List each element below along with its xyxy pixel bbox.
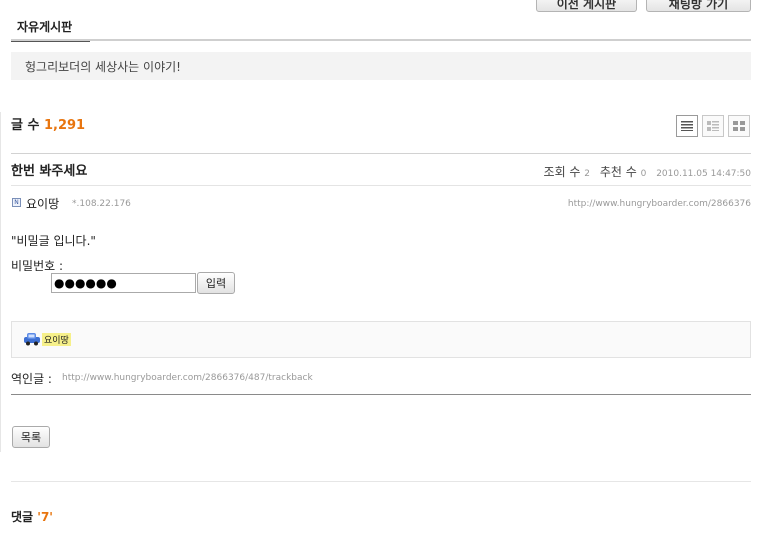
password-label: 비밀번호 : [11,259,64,273]
list-view-button[interactable] [676,115,698,137]
car-icon [24,333,40,346]
secret-message: "비밀글 입니다." [11,234,96,248]
chat-room-button[interactable]: 채팅방 가기 [646,0,751,12]
board-description: 헝그리보더의 세상사는 이야기! [25,60,181,74]
tab-divider [11,39,751,41]
summary-view-icon [707,121,719,131]
views-value: 2 [584,169,591,179]
post-count: 글 수 1,291 [11,114,85,133]
list-button[interactable]: 목록 [12,426,50,448]
prev-board-button[interactable]: 이전 게시판 [536,0,637,12]
post-top-rule [11,153,751,154]
summary-view-button[interactable] [702,115,724,137]
comment-label: 댓글 [11,510,34,524]
board-tab[interactable]: 자유게시판 [11,14,90,42]
comment-header: 댓글 '7' [11,508,53,525]
post-datetime: 2010.11.05 14:47:50 [656,169,751,179]
recommend-label: 추천 수 [599,165,637,179]
post-count-value: 1,291 [43,118,86,133]
author-ip: *.108.22.176 [72,199,131,209]
signature-name: 요이땅 [42,333,71,346]
recommend-value: 0 [640,169,647,179]
author-name[interactable]: 요이땅 [26,195,59,212]
comment-divider [11,481,751,482]
list-view-icon [681,121,693,131]
post-bottom-rule [11,394,751,395]
member-icon: N [12,198,21,207]
trackback-url[interactable]: http://www.hungryboarder.com/2866376/487… [62,373,313,383]
comment-count: '7' [37,510,53,524]
board-tab-label: 자유게시판 [17,20,73,34]
views-label: 조회 수 [543,165,581,179]
post-count-label: 글 수 [11,118,40,133]
password-input[interactable] [51,273,196,293]
post-stats: 조회 수 2 추천 수 0 2010.11.05 14:47:50 [544,163,751,180]
signature-box: 요이땅 [11,321,751,358]
post-header-rule [11,185,751,186]
post-title: 한번 봐주세요 [11,164,88,179]
password-submit-button[interactable]: 입력 [197,272,235,294]
board-description-bar: 헝그리보더의 세상사는 이야기! [11,52,751,80]
grid-view-button[interactable] [728,115,750,137]
grid-view-icon [733,121,745,131]
trackback-label: 역인글 : [11,372,52,386]
post-url[interactable]: http://www.hungryboarder.com/2866376 [568,199,751,209]
left-border [0,112,1,452]
